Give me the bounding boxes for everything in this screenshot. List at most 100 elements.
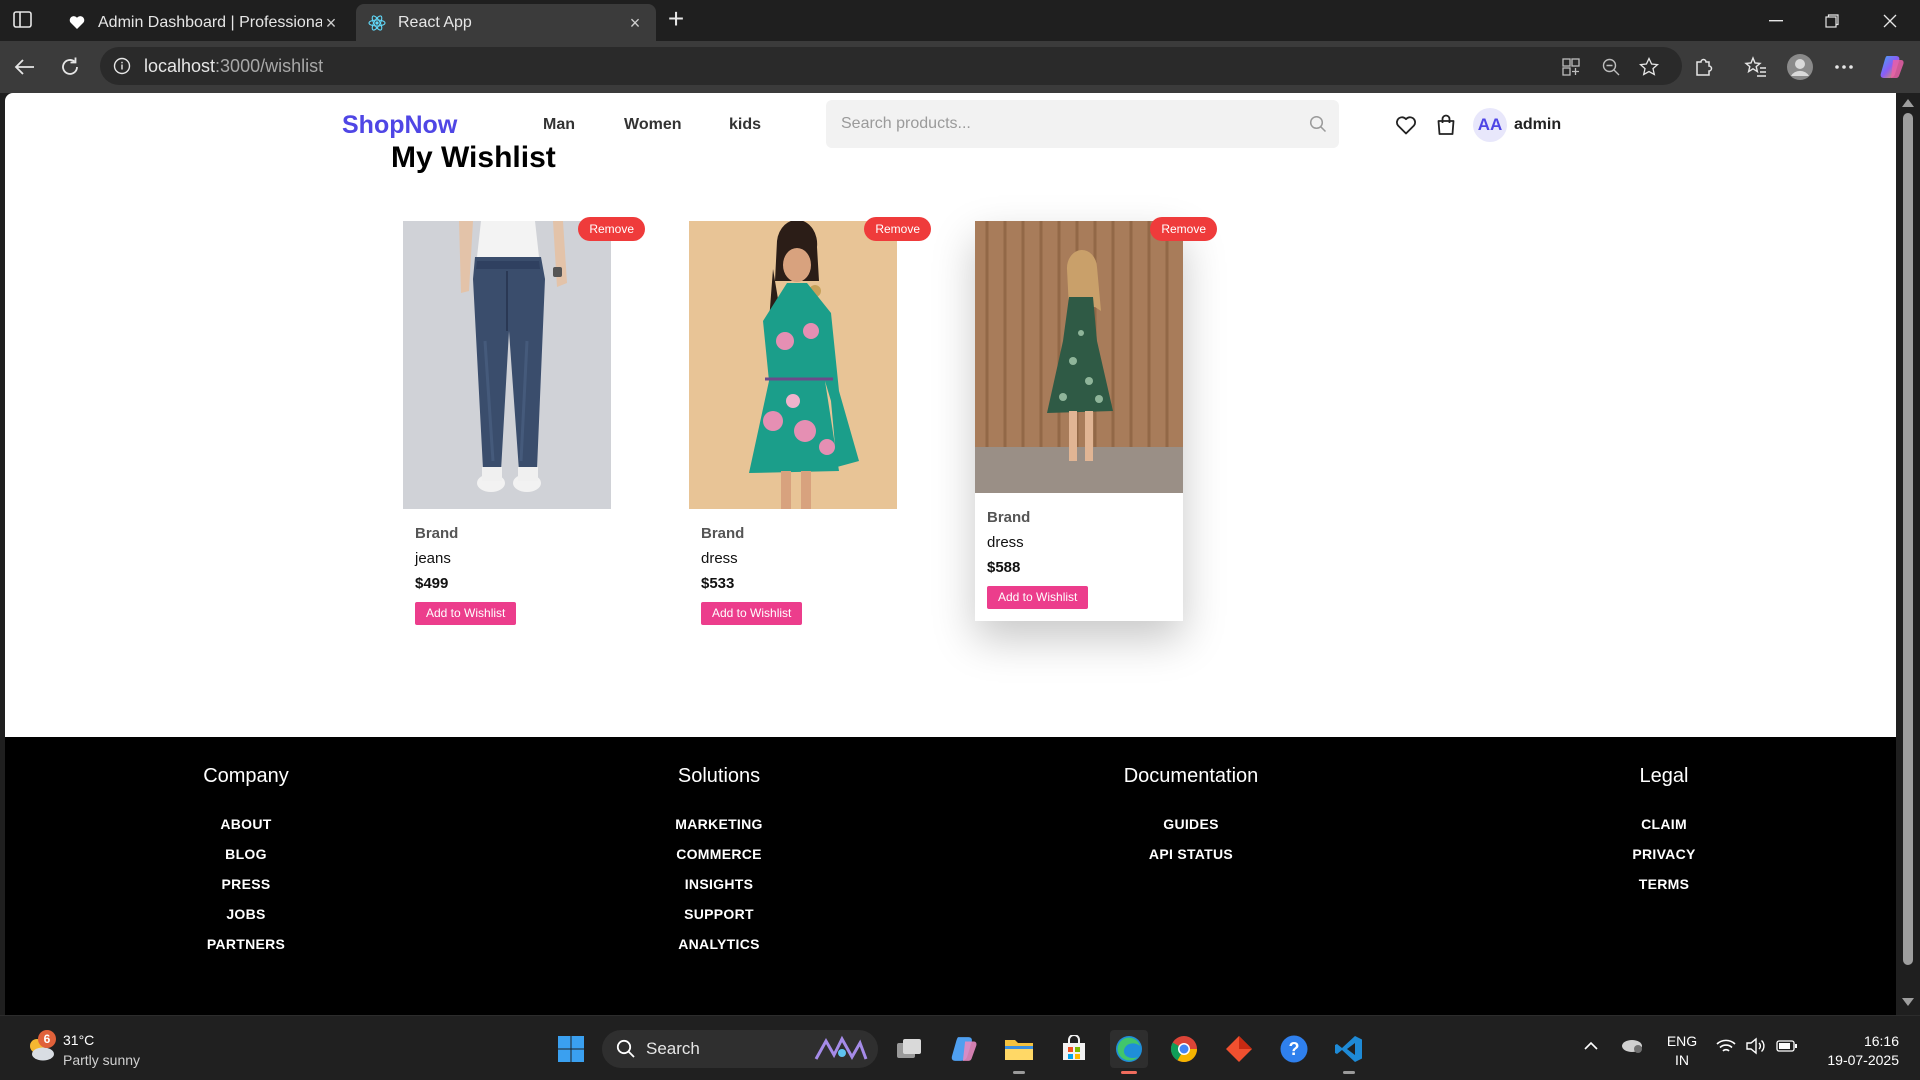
footer-link-api-status[interactable]: API STATUS	[1041, 846, 1341, 876]
scroll-up-icon[interactable]	[1902, 99, 1914, 107]
weather-description[interactable]: Partly sunny	[63, 1052, 140, 1068]
footer-link-commerce[interactable]: COMMERCE	[569, 846, 869, 876]
wishlist-product-card[interactable]: Remove Brand jeans $499 Add to Wishlist	[403, 217, 645, 637]
chrome-browser-icon[interactable]	[1165, 1030, 1203, 1068]
volume-icon[interactable]	[1746, 1037, 1766, 1058]
weather-temperature[interactable]: 31°C	[63, 1032, 94, 1048]
url-text[interactable]: localhost:3000/wishlist	[144, 56, 323, 77]
restore-icon[interactable]	[1812, 6, 1852, 36]
clock-time: 16:16	[1863, 1033, 1899, 1049]
new-tab-icon[interactable]: +	[664, 5, 688, 33]
footer-link-terms[interactable]: TERMS	[1514, 876, 1814, 906]
close-tab-icon[interactable]: ×	[626, 14, 644, 32]
copilot-app-icon[interactable]	[945, 1030, 983, 1068]
scroll-down-icon[interactable]	[1902, 998, 1914, 1006]
page-scrollbar[interactable]	[1896, 93, 1920, 1015]
footer-link-partners[interactable]: PARTNERS	[96, 936, 396, 966]
search-icon[interactable]	[1309, 115, 1327, 133]
extensions-icon[interactable]	[1690, 53, 1718, 81]
product-name: jeans	[415, 550, 451, 567]
favorites-icon[interactable]	[1742, 53, 1770, 81]
add-to-wishlist-button[interactable]: Add to Wishlist	[701, 602, 803, 625]
footer-column-documentation: Documentation GUIDES API STATUS	[1041, 765, 1341, 876]
product-brand: Brand	[415, 525, 459, 542]
tab-react-app[interactable]: React App ×	[356, 4, 656, 41]
running-indicator	[1343, 1071, 1355, 1074]
wishlist-product-card[interactable]: Remove Brand dress $533 Add to Wishlist	[689, 217, 931, 637]
close-tab-icon[interactable]: ×	[322, 14, 340, 32]
microsoft-store-icon[interactable]	[1055, 1030, 1093, 1068]
nav-link-kids[interactable]: kids	[729, 116, 761, 134]
tab-admin-dashboard[interactable]: Admin Dashboard | Professional M ×	[56, 4, 352, 41]
footer-link-insights[interactable]: INSIGHTS	[569, 876, 869, 906]
minimize-icon[interactable]	[1756, 6, 1796, 36]
footer-link-privacy[interactable]: PRIVACY	[1514, 846, 1814, 876]
profile-avatar-icon[interactable]	[1786, 53, 1814, 81]
favorite-star-icon[interactable]	[1638, 56, 1660, 78]
footer-link-guides[interactable]: GUIDES	[1041, 816, 1341, 846]
url-host: localhost	[144, 55, 216, 76]
heart-favicon-icon	[68, 14, 86, 32]
taskbar-search[interactable]: Search	[602, 1030, 878, 1068]
footer-link-support[interactable]: SUPPORT	[569, 906, 869, 936]
shopnow-logo[interactable]: ShopNow	[342, 111, 457, 140]
add-to-wishlist-button[interactable]: Add to Wishlist	[987, 586, 1089, 609]
taskbar-search-label: Search	[646, 1039, 700, 1058]
site-info-icon[interactable]	[112, 56, 132, 76]
user-name[interactable]: admin	[1514, 116, 1561, 134]
footer-column-company: Company ABOUT BLOG PRESS JOBS PARTNERS	[96, 765, 396, 966]
shopping-bag-icon[interactable]	[1434, 113, 1458, 137]
battery-icon[interactable]	[1776, 1039, 1798, 1055]
nav-link-women[interactable]: Women	[624, 116, 681, 134]
address-bar[interactable]: localhost:3000/wishlist	[100, 47, 1682, 85]
copilot-icon[interactable]	[1878, 53, 1906, 81]
scrollbar-thumb[interactable]	[1903, 113, 1913, 965]
onedrive-icon[interactable]	[1620, 1036, 1644, 1057]
footer-link-blog[interactable]: BLOG	[96, 846, 396, 876]
git-tool-icon[interactable]	[1220, 1030, 1258, 1068]
file-explorer-icon[interactable]	[1000, 1030, 1038, 1074]
footer-link-marketing[interactable]: MARKETING	[569, 816, 869, 846]
wishlist-heart-icon[interactable]	[1394, 113, 1418, 137]
product-image-dress[interactable]	[689, 221, 897, 509]
vscode-icon[interactable]	[1330, 1030, 1368, 1074]
zoom-out-icon[interactable]	[1600, 56, 1622, 78]
refresh-icon[interactable]	[56, 53, 84, 81]
edge-browser-icon[interactable]	[1110, 1030, 1148, 1074]
back-icon[interactable]	[10, 53, 38, 81]
remove-button[interactable]: Remove	[1150, 217, 1217, 241]
start-menu-icon[interactable]	[552, 1030, 590, 1068]
product-image-jeans[interactable]	[403, 221, 611, 509]
task-view-icon[interactable]	[890, 1030, 928, 1068]
search-input[interactable]	[826, 115, 1286, 133]
footer-heading: Solutions	[677, 765, 761, 787]
system-clock[interactable]: 16:16 19-07-2025	[1814, 1032, 1899, 1070]
react-favicon-icon	[368, 14, 386, 32]
app-available-icon[interactable]	[1560, 56, 1582, 78]
product-image-dress[interactable]	[975, 221, 1183, 493]
footer-link-claim[interactable]: CLAIM	[1514, 816, 1814, 846]
footer-link-press[interactable]: PRESS	[96, 876, 396, 906]
footer-column-solutions: Solutions MARKETING COMMERCE INSIGHTS SU…	[569, 765, 869, 966]
add-to-wishlist-button[interactable]: Add to Wishlist	[415, 602, 517, 625]
product-brand: Brand	[701, 525, 745, 542]
help-icon[interactable]: ?	[1275, 1030, 1313, 1068]
more-options-icon[interactable]	[1830, 53, 1858, 81]
remove-button[interactable]: Remove	[864, 217, 931, 241]
weather-badge: 6	[38, 1030, 56, 1048]
language-indicator[interactable]: ENG IN	[1665, 1032, 1699, 1070]
url-path: :3000/wishlist	[215, 55, 324, 76]
nav-link-man[interactable]: Man	[543, 116, 575, 134]
close-window-icon[interactable]	[1870, 6, 1910, 36]
tab-actions-icon[interactable]	[12, 10, 38, 32]
remove-button[interactable]: Remove	[578, 217, 645, 241]
footer-link-about[interactable]: ABOUT	[96, 816, 396, 846]
show-hidden-icons-icon[interactable]	[1583, 1038, 1599, 1054]
wishlist-product-card[interactable]: Remove Brand dress $588 Add to Wishlist	[975, 217, 1217, 621]
wifi-icon[interactable]	[1716, 1038, 1736, 1057]
footer-column-legal: Legal CLAIM PRIVACY TERMS	[1514, 765, 1814, 906]
browser-tab-bar: Admin Dashboard | Professional M × React…	[0, 0, 1920, 41]
user-avatar[interactable]: AA	[1473, 108, 1507, 142]
footer-link-jobs[interactable]: JOBS	[96, 906, 396, 936]
footer-link-analytics[interactable]: ANALYTICS	[569, 936, 869, 966]
